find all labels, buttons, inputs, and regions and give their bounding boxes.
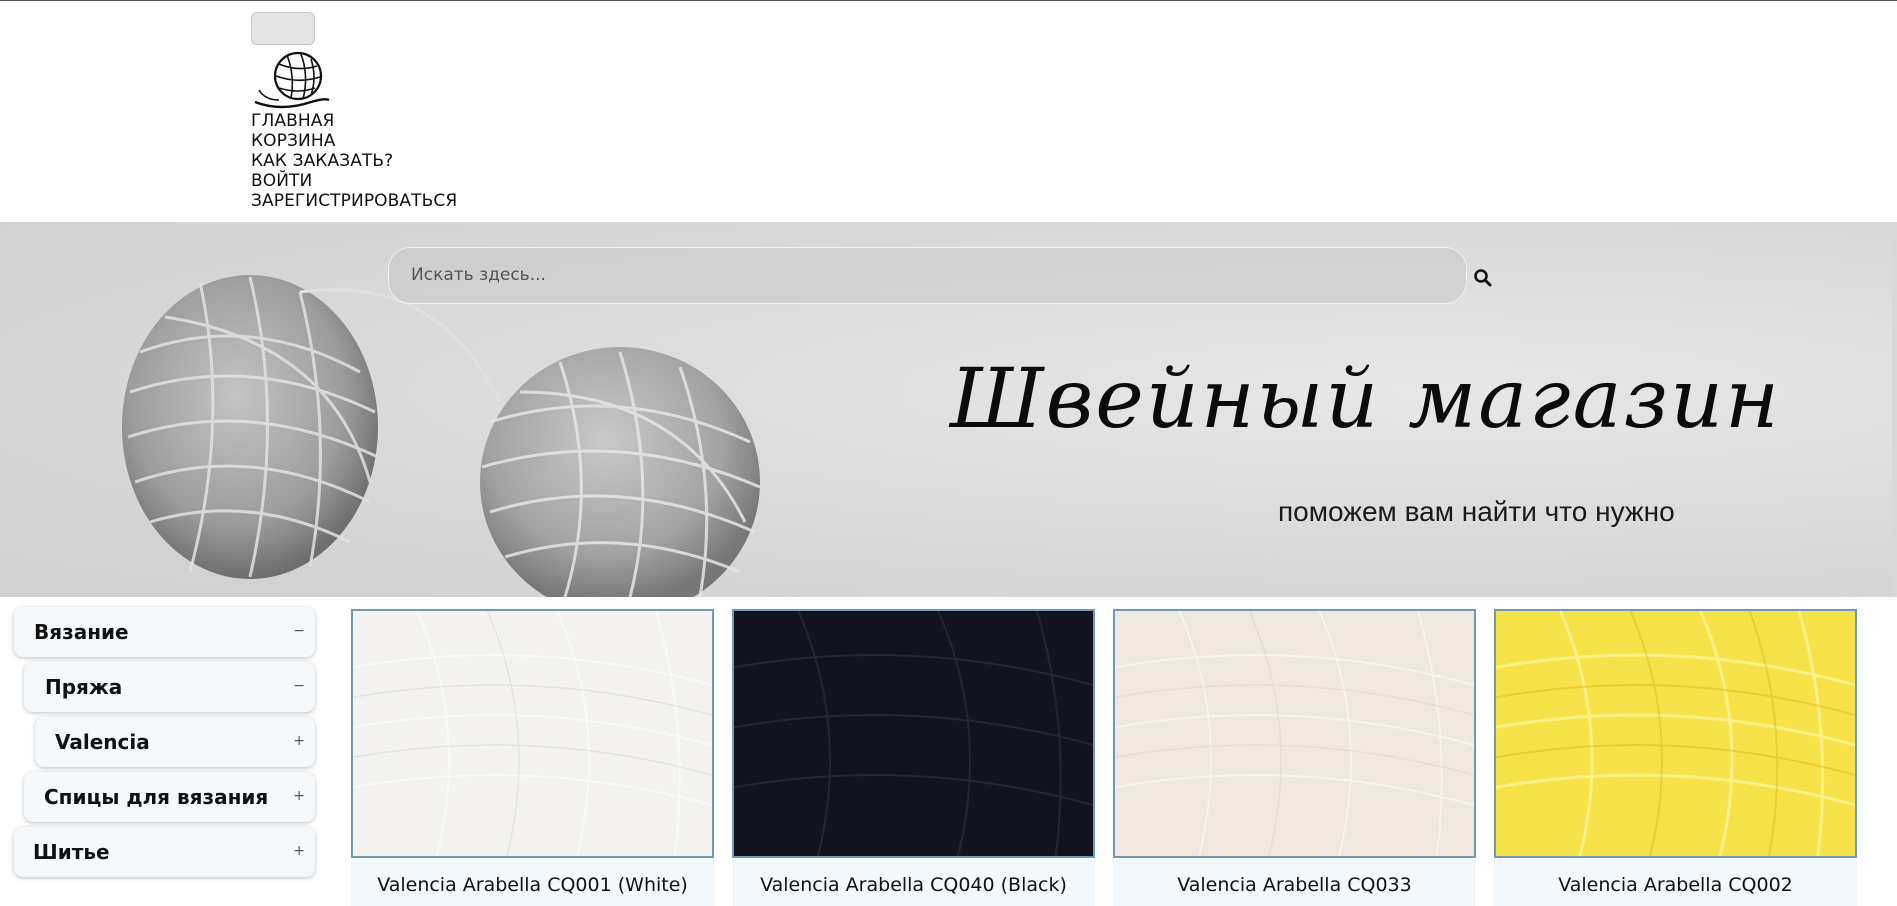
sidebar-item-knitting[interactable]: Вязание − <box>14 607 315 657</box>
product-swatch <box>1496 611 1855 856</box>
expand-icon[interactable]: + <box>293 788 305 804</box>
sidebar-item-valencia[interactable]: Valencia + <box>35 717 315 767</box>
expand-icon[interactable]: + <box>293 733 305 749</box>
nav-cart-link[interactable]: КОРЗИНА <box>251 131 457 151</box>
sidebar-item-label: Valencia <box>55 730 150 754</box>
nav-home-link[interactable]: ГЛАВНАЯ <box>251 111 457 131</box>
sidebar-item-label: Шитье <box>33 840 110 864</box>
scrollbar[interactable] <box>1892 222 1897 597</box>
product-card[interactable]: Valencia Arabella CQ033 <box>1113 609 1476 906</box>
main-nav: ГЛАВНАЯ КОРЗИНА КАК ЗАКАЗАТЬ? ВОЙТИ ЗАРЕ… <box>251 111 457 211</box>
sidebar-item-label: Вязание <box>34 620 129 644</box>
product-swatch <box>734 611 1093 856</box>
collapse-icon[interactable]: − <box>293 678 305 694</box>
expand-icon[interactable]: + <box>293 843 305 859</box>
hero-title: Швейный магазин <box>950 352 1782 447</box>
product-image[interactable] <box>732 609 1095 858</box>
product-image[interactable] <box>1494 609 1857 858</box>
product-card[interactable]: Valencia Arabella CQ040 (Black) <box>732 609 1095 906</box>
product-card[interactable]: Valencia Arabella CQ001 (White) <box>351 609 714 906</box>
product-name[interactable]: Valencia Arabella CQ002 <box>1494 874 1857 896</box>
product-name[interactable]: Valencia Arabella CQ033 <box>1113 874 1476 896</box>
search-icon[interactable] <box>1473 268 1493 288</box>
hero-subtitle: поможем вам найти что нужно <box>1278 496 1675 527</box>
sidebar-item-knitting-needles[interactable]: Спицы для вязания + <box>24 772 315 822</box>
sidebar-item-label: Пряжа <box>45 675 123 699</box>
product-image[interactable] <box>351 609 714 858</box>
product-name[interactable]: Valencia Arabella CQ001 (White) <box>351 874 714 896</box>
product-swatch <box>1115 611 1474 856</box>
top-border <box>0 0 1897 1</box>
nav-login-link[interactable]: ВОЙТИ <box>251 171 457 191</box>
menu-toggle-button[interactable] <box>251 12 315 45</box>
product-card[interactable]: Valencia Arabella CQ002 <box>1494 609 1857 906</box>
search-box <box>388 247 1467 304</box>
site-header: ГЛАВНАЯ КОРЗИНА КАК ЗАКАЗАТЬ? ВОЙТИ ЗАРЕ… <box>0 0 1897 222</box>
collapse-icon[interactable]: − <box>293 623 305 639</box>
yarn-ball-logo-icon[interactable] <box>251 50 331 110</box>
product-image[interactable] <box>1113 609 1476 858</box>
sidebar-item-label: Спицы для вязания <box>44 785 269 809</box>
search-input[interactable] <box>411 248 1411 302</box>
product-name[interactable]: Valencia Arabella CQ040 (Black) <box>732 874 1095 896</box>
product-swatch <box>353 611 712 856</box>
nav-how-to-order-link[interactable]: КАК ЗАКАЗАТЬ? <box>251 151 457 171</box>
sidebar-item-yarn[interactable]: Пряжа − <box>24 662 315 712</box>
nav-register-link[interactable]: ЗАРЕГИСТРИРОВАТЬСЯ <box>251 191 457 211</box>
sidebar-item-sewing[interactable]: Шитье + <box>14 827 315 877</box>
